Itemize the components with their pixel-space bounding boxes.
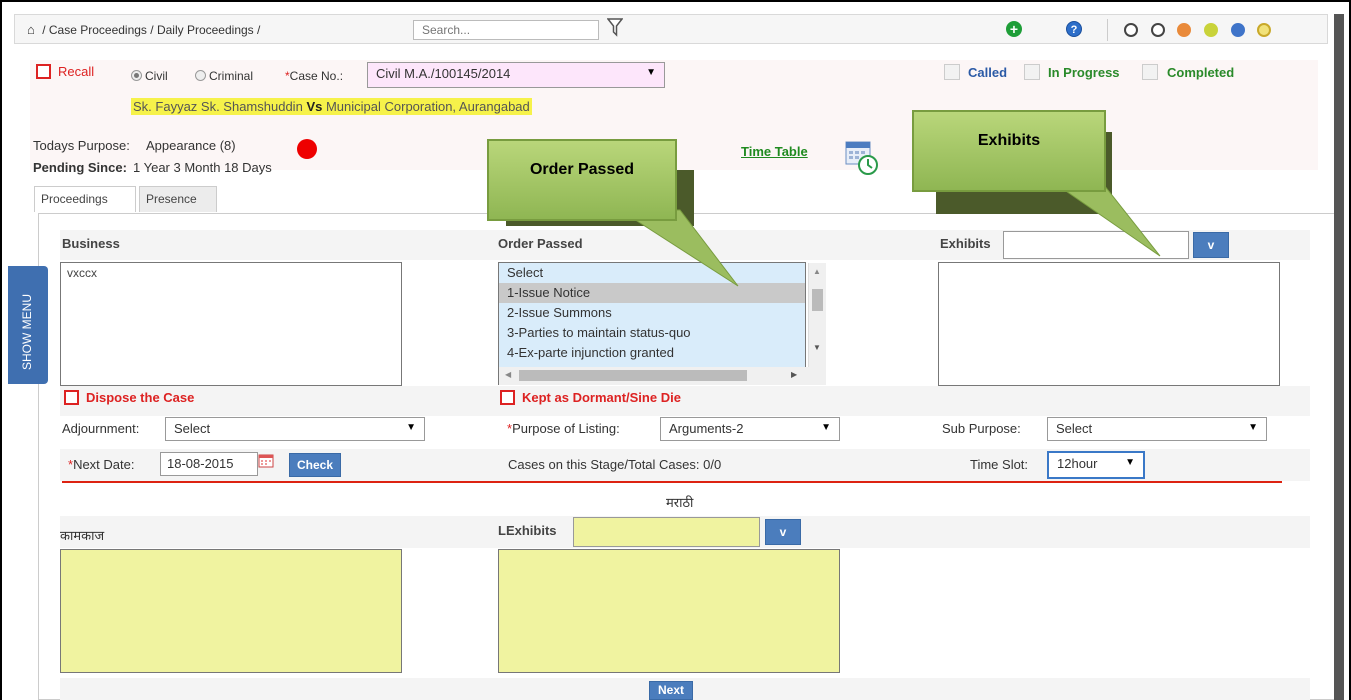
tab-proceedings[interactable]: Proceedings	[34, 186, 136, 212]
in-progress-checkbox[interactable]	[1024, 64, 1040, 80]
business-label: Business	[62, 236, 120, 251]
help-icon[interactable]: ?	[1066, 21, 1082, 37]
filter-icon[interactable]	[607, 17, 623, 37]
theme-dot[interactable]	[1203, 23, 1218, 37]
todays-purpose-label: Todays Purpose:	[33, 138, 130, 153]
list-item[interactable]: 2-Issue Summons	[499, 303, 805, 323]
exhibits-textarea[interactable]	[938, 262, 1280, 386]
add-icon[interactable]: +	[1006, 21, 1022, 37]
lexhibits-label: LExhibits	[498, 523, 557, 538]
adjournment-select[interactable]: Select ▼	[165, 417, 425, 441]
cases-stage-label: Cases on this Stage/Total Cases: 0/0	[508, 457, 722, 472]
completed-checkbox[interactable]	[1142, 64, 1158, 80]
breadcrumb-item[interactable]: Daily Proceedings	[157, 23, 254, 37]
next-date-label: *Next Date:	[68, 457, 135, 472]
dispose-checkbox[interactable]	[64, 390, 79, 405]
show-menu-tab[interactable]: SHOW MENU	[8, 266, 48, 384]
called-label: Called	[968, 65, 1008, 80]
list-item[interactable]: 4-Ex-parte injunction granted	[499, 343, 805, 363]
in-progress-label: In Progress	[1048, 65, 1120, 80]
purpose-select[interactable]: Arguments-2 ▼	[660, 417, 840, 441]
time-slot-select[interactable]: 12hour ▼	[1047, 451, 1145, 479]
pending-since-label: Pending Since:	[33, 160, 127, 175]
called-checkbox[interactable]	[944, 64, 960, 80]
business-textarea[interactable]: vxccx	[60, 262, 402, 386]
row-bg	[60, 386, 1310, 416]
order-list-hscrollbar[interactable]: ◀ ▶	[499, 367, 826, 385]
list-item[interactable]: 3-Parties to maintain status-quo	[499, 323, 805, 343]
home-icon[interactable]: ⌂	[27, 22, 35, 37]
todays-purpose-value: Appearance (8)	[146, 138, 236, 153]
status-indicator-dot	[297, 139, 317, 159]
recall-label: Recall	[58, 64, 95, 79]
case-no-label: *Case No.:	[285, 69, 344, 83]
dormant-label: Kept as Dormant/Sine Die	[522, 390, 681, 405]
marathi-heading: मराठी	[666, 495, 694, 510]
check-button[interactable]: Check	[289, 453, 341, 477]
tab-presence[interactable]: Presence	[139, 186, 217, 212]
dormant-checkbox[interactable]	[500, 390, 515, 405]
exhibits-dropdown-button[interactable]: v	[1193, 232, 1229, 258]
theme-switcher	[1107, 19, 1276, 41]
recall-checkbox[interactable]	[36, 64, 51, 79]
dispose-label: Dispose the Case	[86, 390, 195, 405]
adjournment-label: Adjournment:	[62, 421, 140, 436]
time-slot-label: Time Slot:	[970, 457, 1029, 472]
sub-purpose-select[interactable]: Select ▼	[1047, 417, 1267, 441]
theme-dot[interactable]	[1150, 23, 1165, 37]
case-no-select[interactable]: Civil M.A./100145/2014 ▼	[367, 62, 665, 88]
breadcrumb-item[interactable]: Case Proceedings	[49, 23, 147, 37]
theme-dot[interactable]	[1177, 23, 1192, 37]
breadcrumb: ⌂ / Case Proceedings / Daily Proceedings…	[27, 22, 261, 37]
kamkaj-textarea[interactable]	[60, 549, 402, 673]
next-button[interactable]: Next	[649, 681, 693, 700]
order-passed-callout: Order Passed	[487, 139, 677, 221]
calendar-clock-icon[interactable]	[844, 140, 884, 176]
search-input[interactable]	[413, 20, 599, 40]
top-bar: ⌂ / Case Proceedings / Daily Proceedings…	[14, 14, 1328, 44]
completed-label: Completed	[1167, 65, 1235, 80]
theme-dot[interactable]	[1230, 23, 1245, 37]
theme-dot[interactable]	[1257, 23, 1272, 37]
time-table-link[interactable]: Time Table	[741, 144, 808, 159]
lexhibits-dropdown-button[interactable]: v	[765, 519, 801, 545]
next-date-input[interactable]: 18-08-2015	[160, 452, 258, 476]
purpose-label: *Purpose of Listing:	[507, 421, 620, 436]
kamkaj-label: कामकाज	[60, 528, 105, 543]
section-divider	[62, 481, 1282, 483]
exhibits-label: Exhibits	[940, 236, 991, 251]
exhibits-callout: Exhibits	[912, 110, 1106, 192]
parties-text: Sk. Fayyaz Sk. Shamshuddin Vs Municipal …	[131, 98, 532, 115]
page-scrollbar[interactable]	[1334, 14, 1344, 700]
calendar-icon[interactable]	[258, 453, 274, 469]
criminal-radio[interactable]: Criminal	[195, 69, 253, 83]
lexhibits-input[interactable]	[573, 517, 760, 547]
theme-dot[interactable]	[1124, 23, 1138, 37]
pending-since-value: 1 Year 3 Month 18 Days	[133, 160, 272, 175]
order-list-scrollbar[interactable]: ▲ ▼	[808, 263, 826, 367]
civil-radio[interactable]: Civil	[131, 69, 168, 83]
lexhibits-textarea[interactable]	[498, 549, 840, 673]
sub-purpose-label: Sub Purpose:	[942, 421, 1021, 436]
